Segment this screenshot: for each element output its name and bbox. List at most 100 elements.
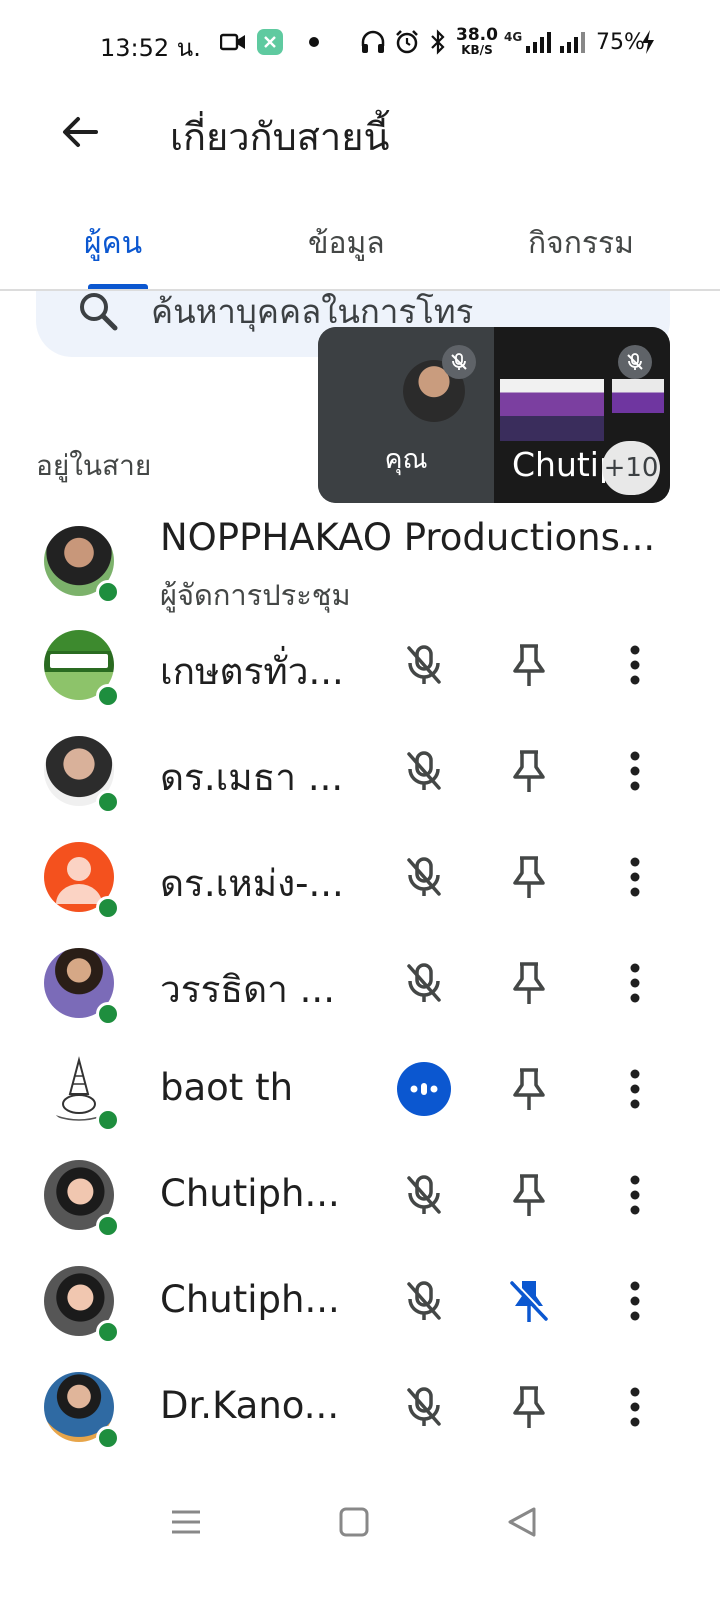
online-indicator — [96, 790, 120, 814]
online-indicator — [96, 1002, 120, 1026]
mic-off-icon — [407, 751, 441, 790]
more-options-button[interactable] — [607, 637, 663, 693]
more-vert-icon — [630, 1069, 640, 1109]
search-icon — [80, 293, 118, 331]
net-speed-unit: KB/S — [461, 43, 493, 57]
pin-button[interactable] — [501, 1061, 557, 1117]
more-options-button[interactable] — [607, 955, 663, 1011]
charging-icon — [640, 28, 656, 56]
mute-button[interactable] — [396, 1273, 452, 1329]
pin-button[interactable] — [501, 637, 557, 693]
signal-4g-icon: 4G — [504, 28, 554, 56]
participant-name: baot th — [160, 1066, 294, 1109]
pin-button[interactable] — [501, 849, 557, 905]
alarm-icon — [394, 28, 420, 56]
recent-apps-icon[interactable] — [166, 1502, 206, 1542]
participant-name: Chutiph... — [160, 1278, 340, 1321]
participant-name: Dr.Kano... — [160, 1384, 340, 1427]
pin-icon — [513, 962, 545, 1004]
audio-level-icon — [397, 1062, 451, 1116]
participant-row[interactable]: Chutiph... — [0, 1142, 720, 1248]
pin-button[interactable] — [501, 743, 557, 799]
participant-row[interactable]: ดร.เหม่ง-... — [0, 824, 720, 930]
more-vert-icon — [630, 645, 640, 685]
pin-icon — [513, 644, 545, 686]
pin-button[interactable] — [501, 1167, 557, 1223]
mic-off-icon — [407, 1175, 441, 1214]
pin-button[interactable] — [501, 1379, 557, 1435]
participant-row[interactable]: Chutiph... — [0, 1248, 720, 1354]
call-preview[interactable]: คุณ Chutiph +10 — [318, 327, 670, 503]
self-tile[interactable]: คุณ — [318, 327, 494, 503]
back-button[interactable] — [56, 108, 104, 156]
net-speed: 38.0 KB/S — [456, 25, 498, 58]
status-time: 13:52 น. — [100, 34, 201, 62]
participant-row[interactable]: วรรธิดา ... — [0, 930, 720, 1036]
more-participants-badge[interactable]: +10 — [602, 441, 660, 495]
pin-button[interactable] — [501, 955, 557, 1011]
pinned-icon — [510, 1280, 549, 1322]
online-indicator — [96, 1108, 120, 1132]
mic-off-icon — [442, 345, 476, 379]
more-vert-icon — [630, 1281, 640, 1321]
tab-activity[interactable]: กิจกรรม — [528, 220, 634, 267]
mute-button[interactable] — [396, 637, 452, 693]
participant-name: เกษตรทั่ว... — [160, 650, 344, 693]
mute-button[interactable] — [396, 1167, 452, 1223]
mute-button[interactable] — [396, 1379, 452, 1435]
participant-name: ดร.เหม่ง-... — [160, 862, 344, 905]
tab-info[interactable]: ข้อมูล — [308, 220, 385, 267]
more-options-button[interactable] — [607, 849, 663, 905]
bluetooth-icon — [428, 28, 448, 56]
network-type: 4G — [504, 30, 523, 44]
participant-row[interactable]: Dr.Kano... — [0, 1354, 720, 1460]
participant-name: ดร.เมธา ... — [160, 756, 344, 799]
speaking-indicator[interactable] — [396, 1061, 452, 1117]
mic-off-icon — [407, 857, 441, 896]
mic-off-icon — [618, 345, 652, 379]
mute-button[interactable] — [396, 955, 452, 1011]
shared-screen-thumbnail — [500, 379, 604, 441]
more-vert-icon — [630, 751, 640, 791]
pin-icon — [513, 1174, 545, 1216]
mic-off-icon — [407, 645, 441, 684]
participant-row[interactable]: NOPPHAKAO Productions... ผู้จัดการประชุม — [0, 508, 720, 614]
participant-name: NOPPHAKAO Productions... — [160, 516, 656, 559]
tab-people[interactable]: ผู้คน — [84, 220, 142, 267]
section-label-in-call: อยู่ในสาย — [36, 449, 152, 482]
net-speed-value: 38.0 — [456, 25, 498, 45]
participant-name: Chutiph... — [160, 1172, 340, 1215]
dot-icon — [308, 28, 320, 56]
more-vert-icon — [630, 857, 640, 897]
participant-row[interactable]: baot th — [0, 1036, 720, 1142]
unpin-button[interactable] — [501, 1273, 557, 1329]
participant-row[interactable]: ดร.เมธา ... — [0, 718, 720, 824]
self-label: คุณ — [384, 444, 428, 475]
participant-name: วรรธิดา ... — [160, 968, 335, 1011]
online-indicator — [96, 684, 120, 708]
pin-icon — [513, 1068, 545, 1110]
more-options-button[interactable] — [607, 1061, 663, 1117]
home-icon[interactable] — [334, 1502, 374, 1542]
more-vert-icon — [630, 1387, 640, 1427]
participant-row[interactable]: เกษตรทั่ว... — [0, 612, 720, 718]
more-options-button[interactable] — [607, 1167, 663, 1223]
more-options-button[interactable] — [607, 1379, 663, 1435]
pin-icon — [513, 750, 545, 792]
mute-button[interactable] — [396, 849, 452, 905]
online-indicator — [96, 1214, 120, 1238]
mic-off-icon — [407, 963, 441, 1002]
mic-off-icon — [407, 1387, 441, 1426]
online-indicator — [96, 580, 120, 604]
pin-icon — [513, 856, 545, 898]
signal-icon — [558, 28, 588, 56]
system-nav-bar — [0, 1480, 720, 1600]
mic-off-icon — [407, 1281, 441, 1320]
headphones-icon — [360, 28, 386, 56]
more-vert-icon — [630, 963, 640, 1003]
online-indicator — [96, 896, 120, 920]
mute-button[interactable] — [396, 743, 452, 799]
more-options-button[interactable] — [607, 743, 663, 799]
more-options-button[interactable] — [607, 1273, 663, 1329]
nav-back-icon[interactable] — [502, 1502, 542, 1542]
